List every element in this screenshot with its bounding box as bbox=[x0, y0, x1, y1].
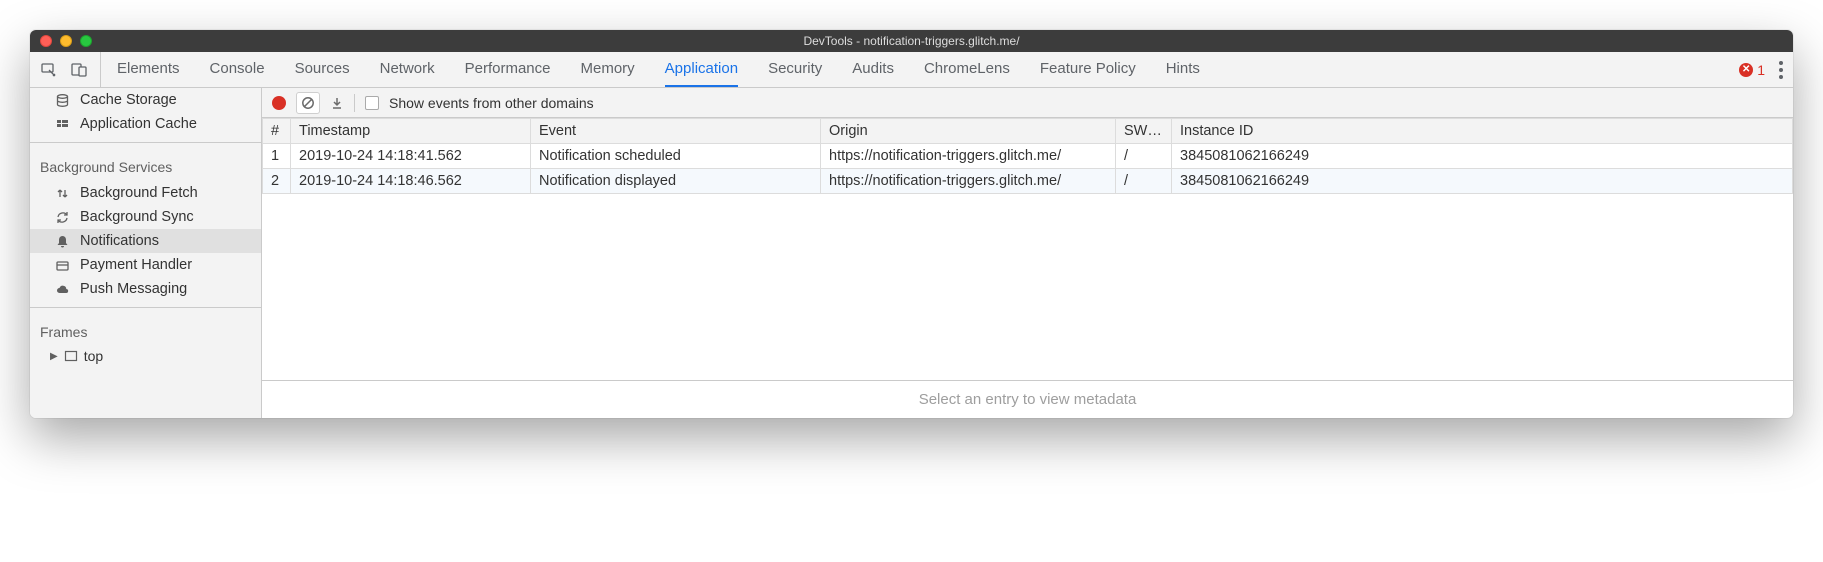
panel-tabs: Elements Console Sources Network Performance… bbox=[30, 52, 1793, 88]
cell-origin: https://notification-triggers.glitch.me/ bbox=[821, 144, 1116, 169]
sidebar-item-label: Push Messaging bbox=[80, 281, 187, 297]
sidebar-item-cache-storage[interactable]: Cache Storage bbox=[30, 88, 261, 112]
cell-event: Notification scheduled bbox=[531, 144, 821, 169]
sidebar-item-application-cache[interactable]: Application Cache bbox=[30, 112, 261, 136]
show-other-domains-label: Show events from other domains bbox=[389, 95, 594, 111]
sidebar-item-label: Payment Handler bbox=[80, 257, 192, 273]
tab-feature-policy[interactable]: Feature Policy bbox=[1040, 52, 1136, 87]
frame-icon bbox=[64, 349, 78, 363]
col-sw[interactable]: SW … bbox=[1116, 119, 1172, 144]
error-count-badge[interactable]: ✕ 1 bbox=[1739, 62, 1765, 78]
grid-icon bbox=[54, 117, 70, 132]
sidebar-item-background-sync[interactable]: Background Sync bbox=[30, 205, 261, 229]
events-toolbar: Show events from other domains bbox=[262, 88, 1793, 118]
tab-application[interactable]: Application bbox=[665, 52, 738, 87]
tab-performance[interactable]: Performance bbox=[465, 52, 551, 87]
inspect-icon[interactable] bbox=[40, 61, 58, 79]
events-table[interactable]: # Timestamp Event Origin SW … Instance I… bbox=[262, 118, 1793, 380]
cell-num: 1 bbox=[263, 144, 291, 169]
sidebar-item-label: Cache Storage bbox=[80, 92, 177, 108]
clear-button[interactable] bbox=[296, 92, 320, 114]
sidebar-item-label: Background Fetch bbox=[80, 185, 198, 201]
tab-security[interactable]: Security bbox=[768, 52, 822, 87]
card-icon bbox=[54, 258, 70, 273]
cell-sw: / bbox=[1116, 144, 1172, 169]
sync-icon bbox=[54, 210, 70, 225]
panel-body: Cache Storage Application Cache Backgroun… bbox=[30, 88, 1793, 418]
sidebar-item-background-fetch[interactable]: Background Fetch bbox=[30, 181, 261, 205]
main-panel: Show events from other domains # Timesta… bbox=[262, 88, 1793, 418]
frames-top-label: top bbox=[84, 348, 103, 364]
more-menu-icon[interactable] bbox=[1779, 61, 1783, 79]
cell-origin: https://notification-triggers.glitch.me/ bbox=[821, 169, 1116, 194]
show-other-domains-checkbox[interactable] bbox=[365, 96, 379, 110]
table-row[interactable]: 22019-10-24 14:18:46.562Notification dis… bbox=[263, 169, 1793, 194]
titlebar: DevTools - notification-triggers.glitch.… bbox=[30, 30, 1793, 52]
col-event[interactable]: Event bbox=[531, 119, 821, 144]
error-count: 1 bbox=[1757, 62, 1765, 78]
transfer-icon bbox=[54, 186, 70, 201]
tab-chromelens[interactable]: ChromeLens bbox=[924, 52, 1010, 87]
error-icon: ✕ bbox=[1739, 63, 1753, 77]
tab-console[interactable]: Console bbox=[210, 52, 265, 87]
device-toggle-icon[interactable] bbox=[70, 61, 88, 79]
window-title: DevTools - notification-triggers.glitch.… bbox=[30, 34, 1793, 48]
tab-sources[interactable]: Sources bbox=[295, 52, 350, 87]
sidebar-section-frames: Frames bbox=[30, 314, 261, 346]
tab-network[interactable]: Network bbox=[380, 52, 435, 87]
cell-timestamp: 2019-10-24 14:18:41.562 bbox=[291, 144, 531, 169]
cell-instance: 3845081062166249 bbox=[1172, 144, 1793, 169]
metadata-hint: Select an entry to view metadata bbox=[262, 380, 1793, 418]
disclosure-triangle-icon: ▶ bbox=[50, 351, 58, 362]
sidebar-section-bg: Background Services bbox=[30, 149, 261, 181]
sidebar-item-label: Notifications bbox=[80, 233, 159, 249]
devtools-window: DevTools - notification-triggers.glitch.… bbox=[30, 30, 1793, 418]
database-icon bbox=[54, 93, 70, 108]
tab-elements[interactable]: Elements bbox=[117, 52, 180, 87]
tab-hints[interactable]: Hints bbox=[1166, 52, 1200, 87]
table-row[interactable]: 12019-10-24 14:18:41.562Notification sch… bbox=[263, 144, 1793, 169]
sidebar-item-notifications[interactable]: Notifications bbox=[30, 229, 261, 253]
sidebar-item-label: Background Sync bbox=[80, 209, 194, 225]
col-num[interactable]: # bbox=[263, 119, 291, 144]
sidebar-item-push-messaging[interactable]: Push Messaging bbox=[30, 277, 261, 301]
cell-instance: 3845081062166249 bbox=[1172, 169, 1793, 194]
frames-top-item[interactable]: ▶ top bbox=[30, 346, 261, 366]
cell-num: 2 bbox=[263, 169, 291, 194]
separator bbox=[354, 94, 355, 112]
table-header-row: # Timestamp Event Origin SW … Instance I… bbox=[263, 119, 1793, 144]
cell-timestamp: 2019-10-24 14:18:46.562 bbox=[291, 169, 531, 194]
cell-event: Notification displayed bbox=[531, 169, 821, 194]
bell-icon bbox=[54, 234, 70, 249]
col-instance[interactable]: Instance ID bbox=[1172, 119, 1793, 144]
record-button[interactable] bbox=[272, 96, 286, 110]
col-timestamp[interactable]: Timestamp bbox=[291, 119, 531, 144]
download-button[interactable] bbox=[330, 96, 344, 110]
sidebar-item-label: Application Cache bbox=[80, 116, 197, 132]
sidebar-item-payment-handler[interactable]: Payment Handler bbox=[30, 253, 261, 277]
col-origin[interactable]: Origin bbox=[821, 119, 1116, 144]
sidebar: Cache Storage Application Cache Backgroun… bbox=[30, 88, 262, 418]
tab-memory[interactable]: Memory bbox=[581, 52, 635, 87]
tab-audits[interactable]: Audits bbox=[852, 52, 894, 87]
cloud-icon bbox=[54, 282, 70, 297]
cell-sw: / bbox=[1116, 169, 1172, 194]
